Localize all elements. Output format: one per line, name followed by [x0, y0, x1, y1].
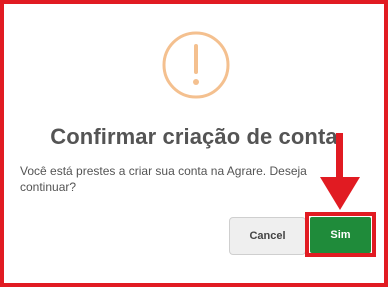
down-arrow-icon	[320, 133, 360, 210]
cancel-button[interactable]: Cancel	[229, 217, 306, 255]
dialog-message: Você está prestes a criar sua conta na A…	[20, 164, 307, 194]
confirm-button[interactable]: Sim	[310, 217, 371, 253]
warning-exclamation-icon	[162, 31, 230, 99]
